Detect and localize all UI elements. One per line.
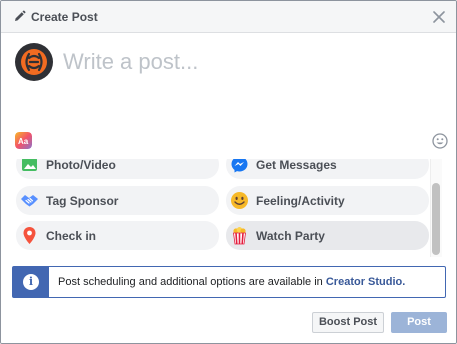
option-label: Get Messages [256,159,337,172]
option-tag-sponsor[interactable]: Tag Sponsor [16,186,219,215]
svg-text:Aa: Aa [18,137,29,146]
post-button[interactable]: Post [391,312,447,333]
option-label: Tag Sponsor [46,194,119,208]
option-label: Feeling/Activity [256,194,345,208]
notice-text: Post scheduling and additional options a… [58,276,405,289]
options-scrollbar[interactable] [430,159,442,257]
option-check-in[interactable]: Check in [16,221,219,250]
option-label: Photo/Video [46,159,116,172]
close-icon[interactable] [433,11,445,23]
dialog-header: Create Post [1,1,456,33]
composer-area[interactable]: Write a post... Aa [1,34,456,158]
pencil-icon [15,10,26,21]
messenger-icon [231,159,248,173]
notice-icon-box: i [13,267,49,297]
photo-icon [22,159,37,171]
emoji-icon[interactable] [432,133,448,149]
creator-studio-link[interactable]: Creator Studio. [326,276,405,288]
boost-post-button[interactable]: Boost Post [312,312,384,333]
option-watch-party[interactable]: Watch Party [226,221,429,250]
notice-message: Post scheduling and additional options a… [58,276,323,288]
page-logo-icon [21,49,47,75]
smiley-icon [231,192,248,209]
handshake-icon [21,195,38,207]
option-label: Check in [46,229,97,243]
info-icon: i [23,274,39,290]
option-label: Watch Party [256,229,325,243]
popcorn-icon [233,227,246,245]
text-background-icon[interactable]: Aa [15,132,32,149]
page-avatar [15,43,53,81]
create-post-dialog: Create Post Write a post... Aa Photo/Vid… [0,0,457,344]
option-photo-video[interactable]: Photo/Video [16,159,219,179]
post-options-list: Photo/Video Get Messages Tag Sponsor Fee… [1,159,456,259]
option-get-messages[interactable]: Get Messages [226,159,429,179]
scrollbar-thumb[interactable] [432,183,440,255]
dialog-footer: Boost Post Post [1,305,456,343]
post-input[interactable]: Write a post... [63,49,198,75]
location-pin-icon [23,227,36,244]
option-feeling-activity[interactable]: Feeling/Activity [226,186,429,215]
creator-studio-notice: i Post scheduling and additional options… [12,266,446,298]
dialog-title: Create Post [31,10,98,24]
